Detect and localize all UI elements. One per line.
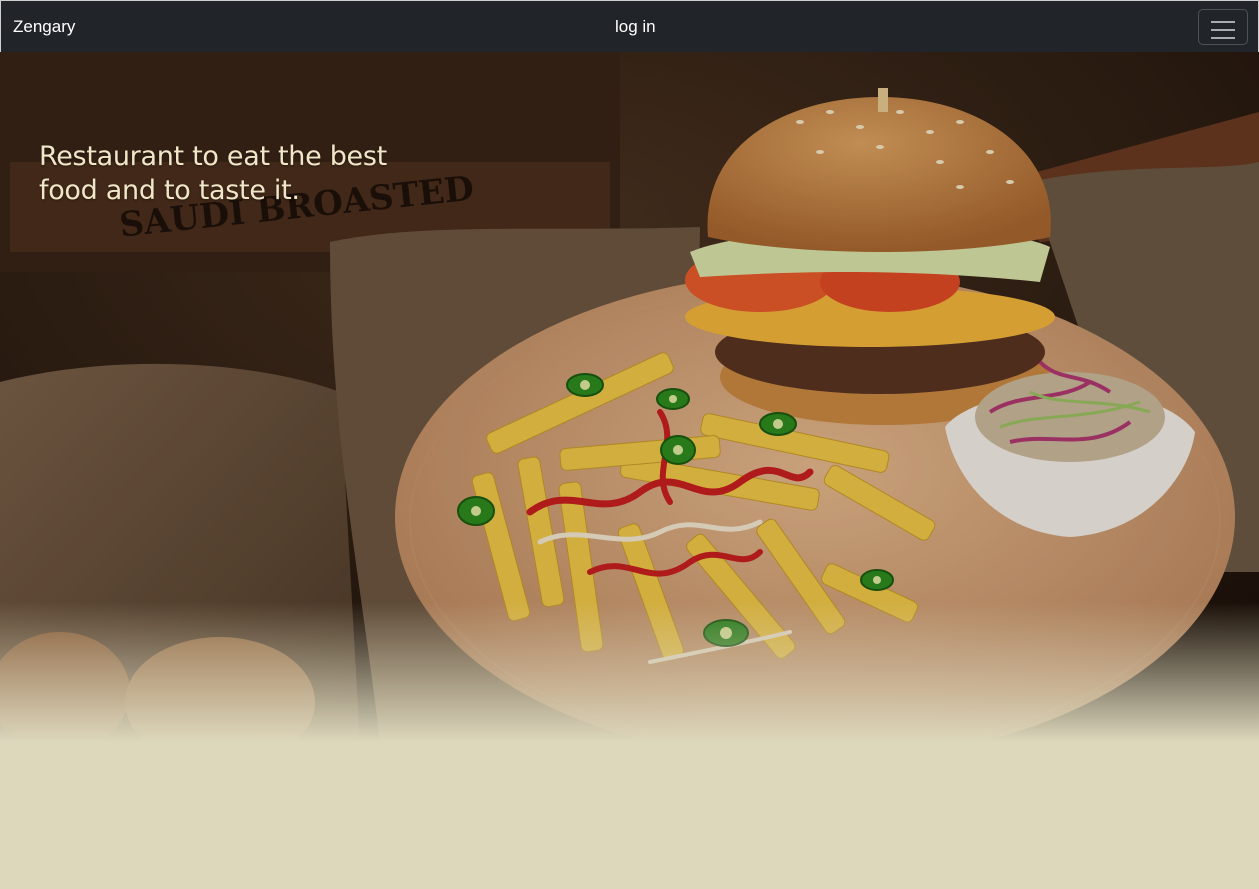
hero-fade-overlay <box>0 602 1259 742</box>
hamburger-menu-icon <box>1211 21 1235 39</box>
hero-title: Restaurant to eat the best food and to t… <box>39 141 387 206</box>
navbar: Zengary log in <box>0 0 1259 52</box>
page-content-area <box>0 742 1259 889</box>
brand-link[interactable]: Zengary <box>13 17 75 37</box>
login-link[interactable]: log in <box>615 17 656 37</box>
menu-toggle-button[interactable] <box>1198 9 1248 45</box>
